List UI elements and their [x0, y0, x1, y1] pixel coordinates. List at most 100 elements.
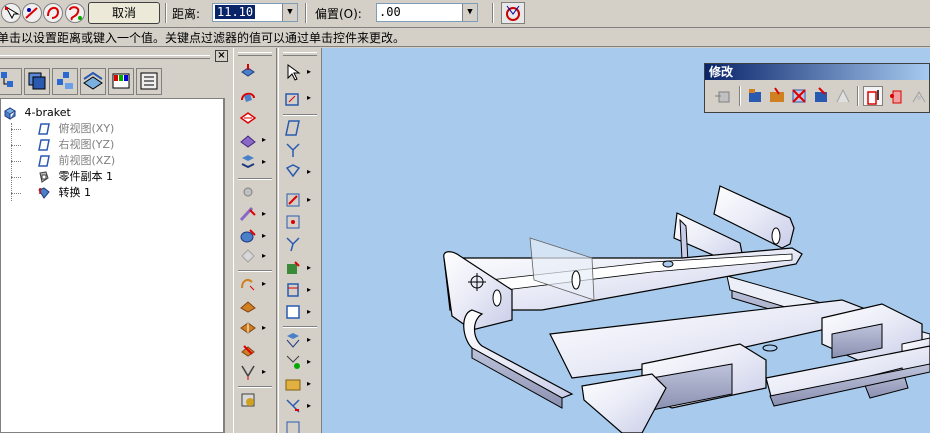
subtract-icon[interactable]: [789, 86, 809, 106]
endpoint-icon[interactable]: [22, 3, 42, 23]
curve-by-points-icon[interactable]: [283, 258, 305, 278]
chevron-right-icon[interactable]: ▸: [262, 136, 270, 144]
toolbar-separator: [305, 3, 307, 23]
distance-combo[interactable]: 11.10 ▼: [212, 3, 298, 22]
plane-angle-icon[interactable]: [283, 140, 305, 160]
chevron-right-icon[interactable]: ▸: [307, 336, 315, 344]
chevron-right-icon[interactable]: ▸: [307, 168, 315, 176]
arc-icon[interactable]: [43, 3, 63, 23]
keypoint-icon[interactable]: [1, 3, 21, 23]
draft-icon[interactable]: [238, 246, 260, 266]
chevron-right-icon[interactable]: ▸: [262, 210, 270, 218]
rectangle-icon[interactable]: [283, 302, 305, 322]
chevron-right-icon[interactable]: ▸: [307, 402, 315, 410]
union-icon[interactable]: [767, 86, 787, 106]
intersection-icon[interactable]: [283, 330, 305, 350]
mirror-icon[interactable]: [238, 390, 260, 410]
rotate-body-icon[interactable]: [909, 86, 929, 106]
tree-item-right-view[interactable]: 右视图(YZ): [37, 137, 114, 153]
tree-item-front-view[interactable]: 前视图(XZ): [37, 153, 115, 169]
curve-icon[interactable]: [65, 3, 85, 23]
chevron-right-icon[interactable]: ▸: [262, 280, 270, 288]
tree-connector: [11, 123, 12, 201]
split-icon[interactable]: [283, 352, 305, 372]
tree-item-transform[interactable]: 转换 1: [37, 185, 91, 201]
axis-icon[interactable]: [283, 234, 305, 254]
distance-value[interactable]: 11.10: [215, 5, 256, 19]
plane-icon[interactable]: [283, 118, 305, 138]
move-face-icon[interactable]: [713, 86, 733, 106]
transform-icon: [38, 187, 50, 199]
tree-connector: [11, 177, 21, 178]
plane-normal-icon[interactable]: [283, 162, 305, 182]
tab-family[interactable]: [136, 68, 162, 95]
chevron-right-icon[interactable]: ▸: [307, 196, 315, 204]
tab-layers[interactable]: [24, 68, 50, 95]
offset-combo[interactable]: .00 ▼: [376, 3, 478, 22]
panel-splitter[interactable]: [224, 98, 232, 433]
tree-item-top-view[interactable]: 俯视图(XY): [37, 121, 114, 137]
scale-body-icon[interactable]: [863, 86, 883, 106]
chevron-right-icon[interactable]: ▸: [262, 324, 270, 332]
split-body-icon[interactable]: [833, 86, 853, 106]
chevron-right-icon[interactable]: ▸: [307, 94, 315, 102]
options-button[interactable]: [501, 2, 525, 24]
web-network-icon[interactable]: [238, 318, 260, 338]
trim-icon[interactable]: [283, 396, 305, 416]
coordinate-system-icon[interactable]: [283, 190, 305, 210]
modify-toolbar-title[interactable]: 修改: [705, 64, 929, 80]
chevron-right-icon[interactable]: ▸: [262, 368, 270, 376]
chevron-right-icon[interactable]: ▸: [307, 264, 315, 272]
chevron-down-icon[interactable]: ▼: [462, 4, 477, 21]
sketch-toolbar: ▸ ▸ ▸ ▸ ▸ ▸ ▸ ▸ ▸ ▸ ▸: [278, 48, 322, 433]
chamfer-icon[interactable]: [238, 226, 260, 246]
chevron-right-icon[interactable]: ▸: [307, 380, 315, 388]
chevron-right-icon[interactable]: ▸: [307, 358, 315, 366]
chevron-right-icon[interactable]: ▸: [262, 232, 270, 240]
vent-icon[interactable]: [238, 362, 260, 382]
offset-value[interactable]: .00: [379, 5, 401, 19]
panel-grip[interactable]: [0, 55, 210, 59]
revolve-icon[interactable]: [238, 86, 260, 106]
lip-icon[interactable]: [238, 340, 260, 360]
rib-icon[interactable]: [238, 296, 260, 316]
offset-label: 偏置(O):: [315, 7, 362, 21]
tree-root[interactable]: 4-braket: [3, 105, 71, 121]
surface-icon[interactable]: [283, 374, 305, 394]
close-icon[interactable]: ×: [215, 50, 228, 62]
chevron-right-icon[interactable]: ▸: [262, 158, 270, 166]
extend-icon[interactable]: [283, 418, 305, 433]
chevron-down-icon[interactable]: ▼: [282, 4, 297, 21]
tab-features[interactable]: [52, 68, 78, 95]
plane-icon: [38, 123, 50, 135]
sketch-plane-icon[interactable]: [283, 88, 305, 108]
intersect-body-icon[interactable]: [811, 86, 831, 106]
mirror-body-icon[interactable]: [887, 86, 907, 106]
tree-item-label: 前视图(XZ): [58, 154, 116, 167]
cancel-button[interactable]: 取消: [88, 2, 160, 24]
select-icon[interactable]: [283, 62, 305, 82]
tree-item-label: 零件副本 1: [58, 170, 114, 183]
point-icon[interactable]: [283, 212, 305, 232]
chevron-right-icon[interactable]: ▸: [262, 252, 270, 260]
chevron-right-icon[interactable]: ▸: [307, 308, 315, 316]
toolbar-separator: [283, 326, 317, 328]
hole-icon[interactable]: [238, 182, 260, 202]
construction-surface-icon[interactable]: [283, 280, 305, 300]
round-icon[interactable]: [238, 204, 260, 224]
tab-sketch[interactable]: [80, 68, 106, 95]
chevron-right-icon[interactable]: ▸: [307, 286, 315, 294]
extrude-icon[interactable]: [238, 62, 260, 82]
add-body-icon[interactable]: [745, 86, 765, 106]
tab-pathfinder[interactable]: [0, 68, 22, 95]
tab-colors[interactable]: [108, 68, 134, 95]
chevron-right-icon[interactable]: ▸: [307, 68, 315, 76]
sweep-icon[interactable]: [238, 130, 260, 150]
tree-item-part-copy[interactable]: 零件副本 1: [37, 169, 113, 185]
thin-wall-icon[interactable]: [238, 274, 260, 294]
cutout-icon[interactable]: [238, 108, 260, 128]
toolbar-grip[interactable]: [283, 52, 317, 56]
toolbar-separator: [492, 3, 494, 23]
loft-icon[interactable]: [238, 152, 260, 172]
toolbar-grip[interactable]: [238, 52, 272, 56]
